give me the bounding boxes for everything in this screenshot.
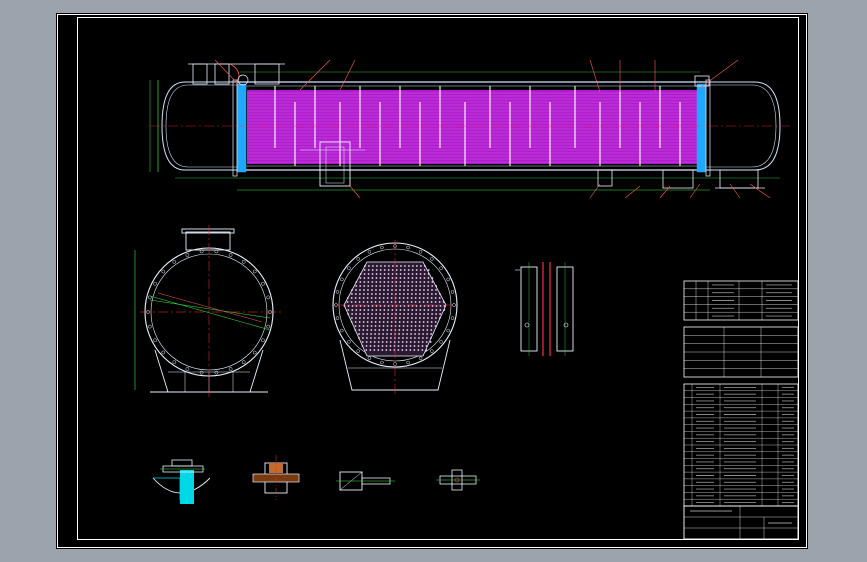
detail-2-view — [252, 455, 300, 500]
drawing-canvas[interactable] — [56, 13, 808, 549]
title-box — [683, 505, 799, 540]
saddle-supports — [597, 169, 765, 189]
detail-4-view — [436, 469, 480, 491]
spec-table — [683, 326, 799, 378]
detail-3-view — [336, 471, 395, 491]
baffle-detail-view — [515, 262, 574, 356]
drawing-sheet[interactable] — [56, 13, 808, 549]
main-elevation-view — [149, 59, 790, 199]
title-block — [683, 280, 799, 540]
parts-table — [683, 383, 799, 507]
section-b-view — [332, 240, 458, 395]
section-a-view — [134, 225, 282, 400]
nozzle-table — [683, 280, 799, 321]
detail-1-view — [152, 459, 211, 504]
nozzles — [188, 63, 710, 87]
cad-viewport[interactable] — [0, 0, 867, 562]
